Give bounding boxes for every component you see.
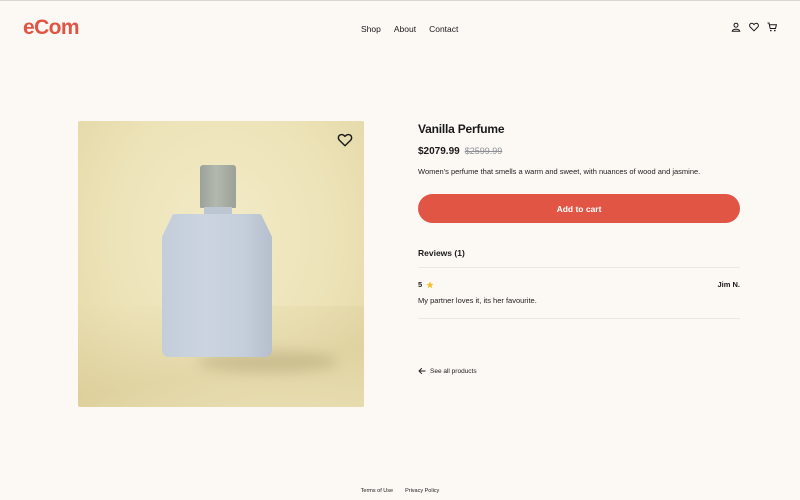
- product-image: [78, 121, 364, 407]
- review-rating: 5: [418, 280, 434, 289]
- back-link-label: See all products: [430, 367, 477, 375]
- product-title: Vanilla Perfume: [418, 122, 505, 136]
- user-icon[interactable]: [731, 22, 741, 32]
- nav-item-about[interactable]: About: [394, 23, 416, 35]
- main-nav: Shop About Contact: [361, 23, 458, 35]
- review-item: 5 Jim N. My partner loves it, its her fa…: [418, 268, 740, 318]
- header-actions: [731, 22, 777, 32]
- rating-value: 5: [418, 280, 423, 289]
- footer-link-privacy[interactable]: Privacy Policy: [405, 487, 439, 495]
- favorite-button[interactable]: [337, 132, 353, 148]
- product-description: Women's perfume that smells a warm and s…: [418, 167, 701, 176]
- review-author: Jim N.: [717, 280, 740, 289]
- nav-item-shop[interactable]: Shop: [361, 23, 381, 35]
- review-header: 5 Jim N.: [418, 280, 740, 289]
- star-icon: [426, 280, 434, 288]
- divider: [418, 318, 740, 319]
- product-price: $2079.99: [418, 146, 460, 157]
- arrow-left-icon: [418, 367, 426, 375]
- site-header: eCom Shop About Contact: [0, 0, 800, 58]
- price-row: $2079.99 $2599.99: [418, 146, 740, 157]
- footer-link-terms[interactable]: Terms of Use: [361, 487, 393, 495]
- logo[interactable]: eCom: [23, 16, 80, 40]
- add-to-cart-button[interactable]: Add to cart: [418, 194, 740, 223]
- see-all-products-link[interactable]: See all products: [418, 367, 740, 375]
- original-price: $2599.99: [464, 146, 503, 156]
- bottle-body: [162, 214, 272, 357]
- product-details: Vanilla Perfume $2079.99 $2599.99 Women'…: [418, 121, 740, 375]
- review-text: My partner loves it, its her favourite.: [418, 296, 537, 305]
- cart-icon[interactable]: [767, 22, 777, 32]
- bottle-cap: [200, 165, 236, 208]
- site-footer: Terms of Use Privacy Policy: [0, 487, 800, 495]
- reviews-heading: Reviews (1): [418, 248, 465, 258]
- heart-icon[interactable]: [749, 22, 759, 32]
- nav-item-contact[interactable]: Contact: [429, 23, 458, 35]
- heart-outline-icon: [337, 133, 353, 147]
